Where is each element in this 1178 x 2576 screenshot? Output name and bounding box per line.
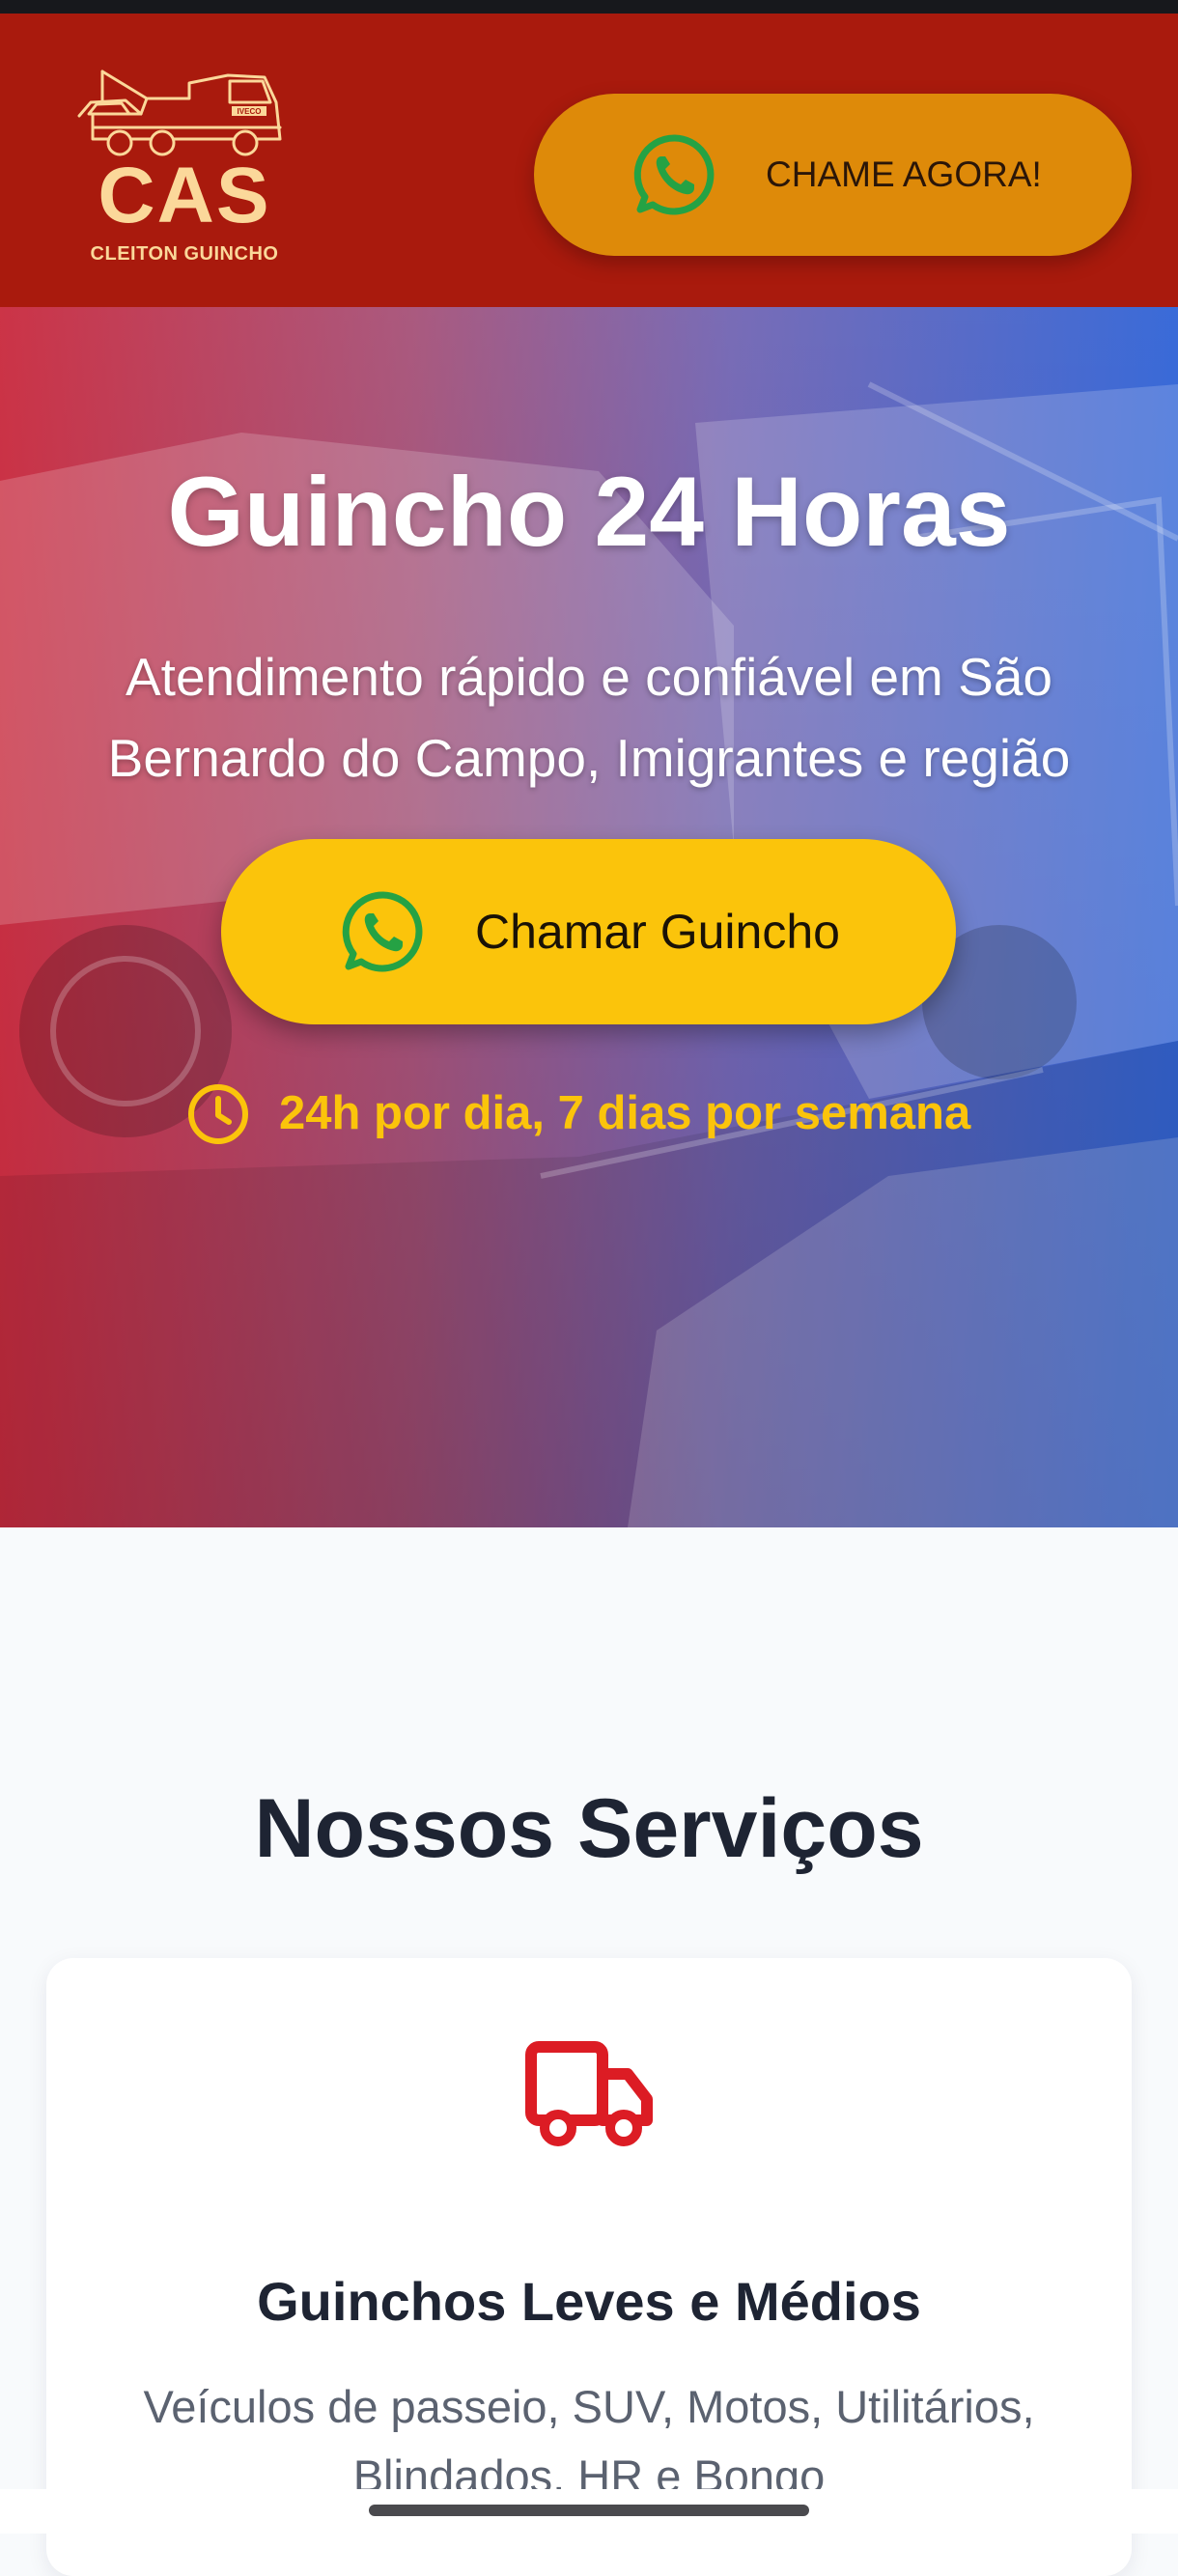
whatsapp-icon <box>339 887 428 976</box>
call-now-button[interactable]: CHAME AGORA! <box>534 94 1132 256</box>
logo-brand: CAS <box>98 152 271 239</box>
truck-icon <box>523 2039 655 2147</box>
call-now-label: CHAME AGORA! <box>766 154 1042 194</box>
hero-section: Guincho 24 Horas Atendimento rápido e co… <box>0 307 1178 1527</box>
system-nav-bar <box>0 2489 1178 2534</box>
hero-subtitle: Atendimento rápido e confiável em São Be… <box>107 647 1071 788</box>
home-indicator-bar[interactable] <box>369 2505 809 2516</box>
availability-text: 24h por dia, 7 dias por semana <box>279 1087 971 1139</box>
logo-badge-text: IVECO <box>238 107 262 116</box>
hero-title: Guincho 24 Horas <box>167 457 1011 568</box>
clock-icon <box>186 1082 250 1146</box>
logo-tagline: CLEITON GUINCHO <box>90 243 279 265</box>
site-header: IVECO CAS CLEITON GUINCHO CHAME AGORA! <box>0 14 1178 307</box>
service-title: Guinchos Leves e Médios <box>257 2271 921 2332</box>
services-heading: Nossos Serviços <box>254 1782 924 1876</box>
service-card: Guinchos Leves e Médios Veículos de pass… <box>46 1958 1132 2576</box>
whatsapp-icon <box>631 130 719 219</box>
status-bar <box>0 0 1178 14</box>
cas-logo[interactable]: IVECO CAS CLEITON GUINCHO <box>73 64 295 276</box>
call-tow-button[interactable]: Chamar Guincho <box>221 839 956 1024</box>
call-tow-label: Chamar Guincho <box>475 905 840 959</box>
